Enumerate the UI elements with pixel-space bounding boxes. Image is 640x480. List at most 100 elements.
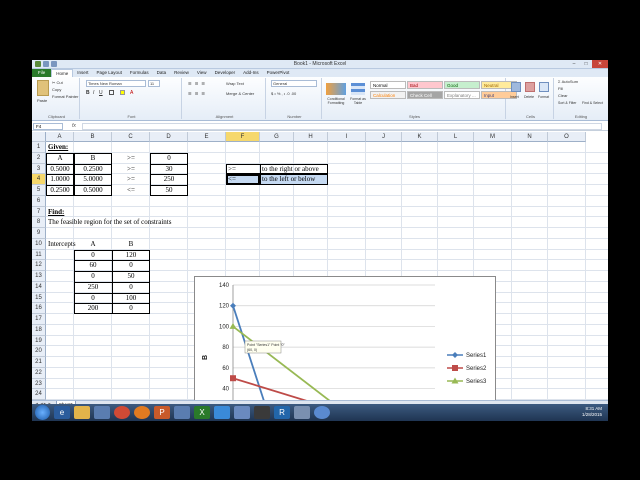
paste-icon[interactable] [37,80,49,96]
align-left-icon[interactable]: ☰ ☰ ☰ [188,91,206,96]
column-header-e[interactable]: E [188,132,226,142]
sort-filter-button[interactable]: Sort & Filter [558,101,576,105]
clear-button[interactable]: Clear [558,93,568,98]
borders-icon[interactable] [109,90,115,96]
start-button[interactable] [35,405,50,420]
folder-icon[interactable] [74,406,90,419]
font-name-select[interactable]: Times New Roman [86,80,146,87]
cell-a7[interactable]: Find: [48,207,64,217]
row-header-5[interactable]: 5 [32,185,46,196]
column-header-d[interactable]: D [150,132,188,142]
merge-center-button[interactable]: Merge & Center [226,91,254,96]
app3-icon[interactable] [294,406,310,419]
app2-icon[interactable] [254,406,270,419]
row-header-1[interactable]: 1 [32,142,46,153]
cell-b12[interactable]: 60 [76,260,110,270]
cell-a5[interactable]: 0.2500 [48,185,72,195]
tab-review[interactable]: Review [170,69,193,77]
format-painter-button[interactable]: Format Painter [52,94,78,99]
tab-insert[interactable]: Insert [73,69,92,77]
column-header-n[interactable]: N [512,132,548,142]
cell-c3[interactable]: >= [114,164,148,174]
cell-b2[interactable]: B [76,153,110,163]
insert-cells-icon[interactable] [511,82,521,92]
cell-a10[interactable]: Intercepts [48,239,76,249]
row-header-16[interactable]: 16 [32,303,46,314]
cell-d2[interactable]: 0 [152,153,186,163]
format-button[interactable]: Format [538,95,549,99]
column-header-k[interactable]: K [402,132,438,142]
column-header-g[interactable]: G [260,132,294,142]
row-header-8[interactable]: 8 [32,217,46,228]
cell-a8[interactable]: The feasible region for the set of const… [48,217,171,227]
align-top-icon[interactable]: ☰ ☰ ☰ [188,81,206,86]
cell-g3[interactable]: to the right or above [262,164,319,174]
cell-style-calculation[interactable]: Calculation [370,91,406,99]
column-header-o[interactable]: O [548,132,586,142]
column-header-b[interactable]: B [74,132,112,142]
paste-button[interactable]: Paste [37,98,47,103]
cut-button[interactable]: ✂ Cut [52,80,63,85]
cell-c13[interactable]: 50 [114,271,148,281]
cell-c15[interactable]: 100 [114,293,148,303]
row-header-19[interactable]: 19 [32,335,46,347]
cell-style-bad[interactable]: Bad [407,81,443,89]
row-header-24[interactable]: 24 [32,389,46,400]
excel-icon[interactable]: X [194,406,210,419]
ie-icon[interactable]: e [54,406,70,419]
fill-button[interactable]: Fill [558,86,563,91]
row-header-10[interactable]: 10 [32,238,46,250]
cell-g4[interactable]: to the left or below [262,174,315,184]
format-cells-icon[interactable] [539,82,549,92]
cell-c4[interactable]: >= [114,174,148,184]
cell-b11[interactable]: 0 [76,250,110,260]
settings-icon[interactable] [234,406,250,419]
cell-c5[interactable]: <= [114,185,148,195]
cell-c2[interactable]: >= [114,153,148,163]
column-header-i[interactable]: I [328,132,366,142]
row-header-20[interactable]: 20 [32,346,46,357]
format-as-table-icon[interactable] [351,83,365,95]
tab-formulas[interactable]: Formulas [126,69,153,77]
delete-button[interactable]: Delete [524,95,534,99]
row-header-7[interactable]: 7 [32,206,46,218]
bold-icon[interactable]: B [86,90,90,96]
row-header-18[interactable]: 18 [32,324,46,336]
cell-f3[interactable]: >= [228,164,236,174]
row-header-13[interactable]: 13 [32,271,46,282]
cell-d5[interactable]: 50 [152,185,186,195]
media-icon[interactable] [94,406,110,419]
font-size-select[interactable]: 11 [148,80,160,87]
currency-icon[interactable]: $ • % , • .0 .00 [271,91,296,96]
r-icon[interactable]: R [274,406,290,419]
system-tray[interactable]: 8:31 AM 1/28/2015 [582,406,602,418]
tab-page-layout[interactable]: Page Layout [93,69,126,77]
cell-c16[interactable]: 0 [114,303,148,313]
powerpoint-icon[interactable]: P [154,406,170,419]
row-header-17[interactable]: 17 [32,314,46,325]
cell-b15[interactable]: 0 [76,293,110,303]
format-as-table-button[interactable]: Format as Table [349,97,367,105]
cell-style-normal[interactable]: Normal [370,81,406,89]
conditional-formatting-icon[interactable] [326,83,346,95]
row-header-21[interactable]: 21 [32,357,46,368]
row-header-12[interactable]: 12 [32,260,46,271]
app4-icon[interactable] [314,406,330,419]
close-icon[interactable]: ✕ [592,60,608,68]
name-box[interactable]: F4 [33,123,63,130]
column-header-m[interactable]: M [474,132,512,142]
wrap-text-button[interactable]: Wrap Text [226,81,244,86]
fx-icon[interactable]: fx [72,123,76,129]
cell-style-check-cell[interactable]: Check Cell [407,91,443,99]
tab-home[interactable]: Home [51,69,74,77]
row-header-4[interactable]: 4 [32,174,46,185]
row-header-9[interactable]: 9 [32,228,46,239]
tab-file[interactable]: File [32,69,52,77]
tab-powerpivot[interactable]: PowerPivot [263,69,294,77]
cell-c11[interactable]: 120 [114,250,148,260]
row-header-6[interactable]: 6 [32,195,46,207]
cell-d3[interactable]: 30 [152,164,186,174]
chrome-icon[interactable] [114,406,130,419]
column-header-a[interactable]: A [46,132,74,142]
app-icon[interactable] [174,406,190,419]
